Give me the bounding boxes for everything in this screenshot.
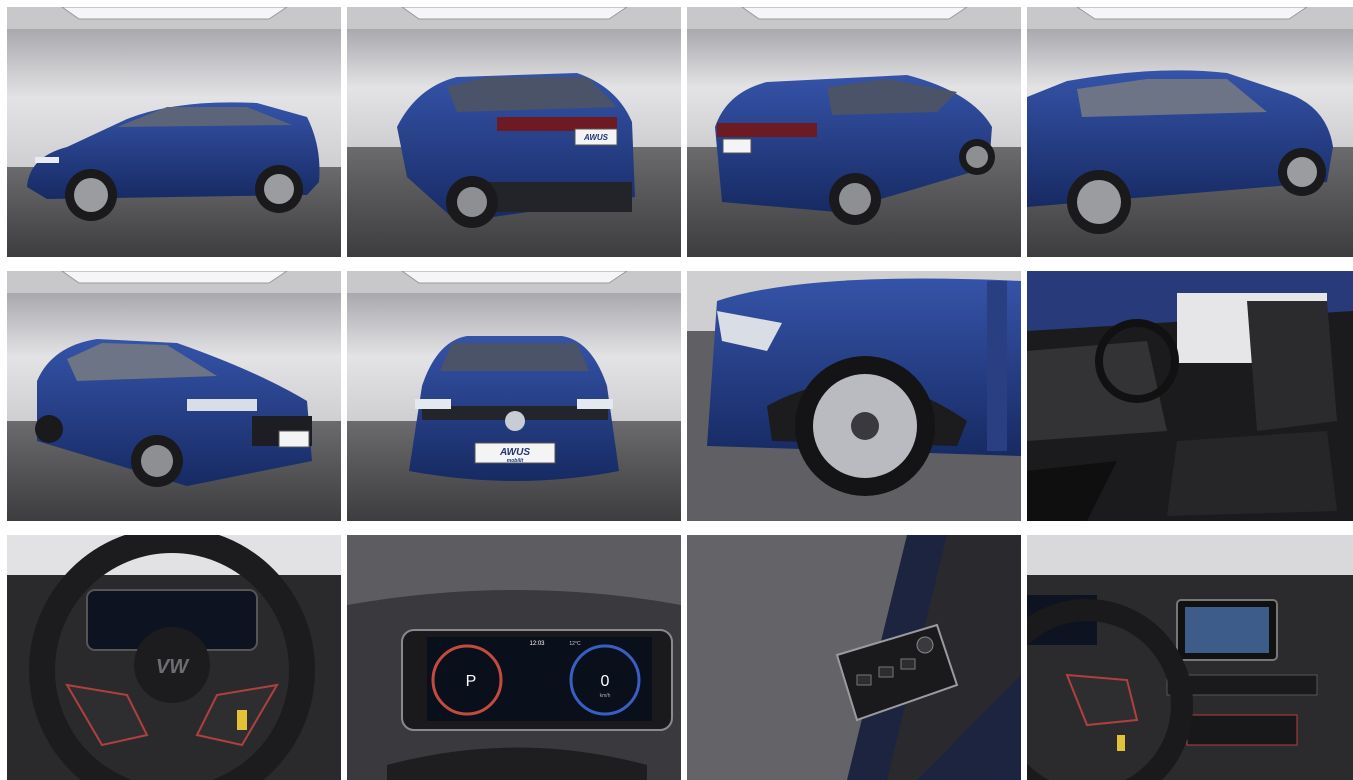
photo-steering-wheel[interactable]: VW bbox=[7, 535, 341, 780]
photo-driver-seat-interior[interactable] bbox=[1027, 271, 1353, 521]
photo-window-switches[interactable] bbox=[687, 535, 1021, 780]
photo-instrument-cluster[interactable]: P 0 km/h 12:03 12°C bbox=[347, 535, 681, 780]
speed-unit: km/h bbox=[600, 693, 611, 699]
photo-side-left-view[interactable] bbox=[7, 7, 341, 257]
photo-gallery: AWUS AWUS mobilit VW P 0 km/h 12:03 12°C bbox=[0, 0, 1353, 780]
photo-side-right-view[interactable] bbox=[1027, 7, 1353, 257]
photo-rear-left-view[interactable]: AWUS bbox=[347, 7, 681, 257]
vw-logo-icon: VW bbox=[156, 656, 190, 678]
photo-front-left-view[interactable] bbox=[7, 271, 341, 521]
photo-front-wheel-detail[interactable] bbox=[687, 271, 1021, 521]
photo-front-view[interactable]: AWUS mobilit bbox=[347, 271, 681, 521]
speed-readout: 0 bbox=[601, 673, 610, 690]
dealer-plate-text: AWUS bbox=[583, 133, 609, 142]
cluster-time: 12:03 bbox=[529, 641, 545, 647]
dealer-plate-subtext: mobilit bbox=[507, 458, 524, 464]
photo-rear-right-view[interactable] bbox=[687, 7, 1021, 257]
dealer-plate-text: AWUS bbox=[499, 447, 530, 458]
photo-dashboard-infotainment[interactable] bbox=[1027, 535, 1353, 780]
gear-indicator: P bbox=[466, 673, 477, 690]
cluster-temperature: 12°C bbox=[569, 641, 581, 647]
